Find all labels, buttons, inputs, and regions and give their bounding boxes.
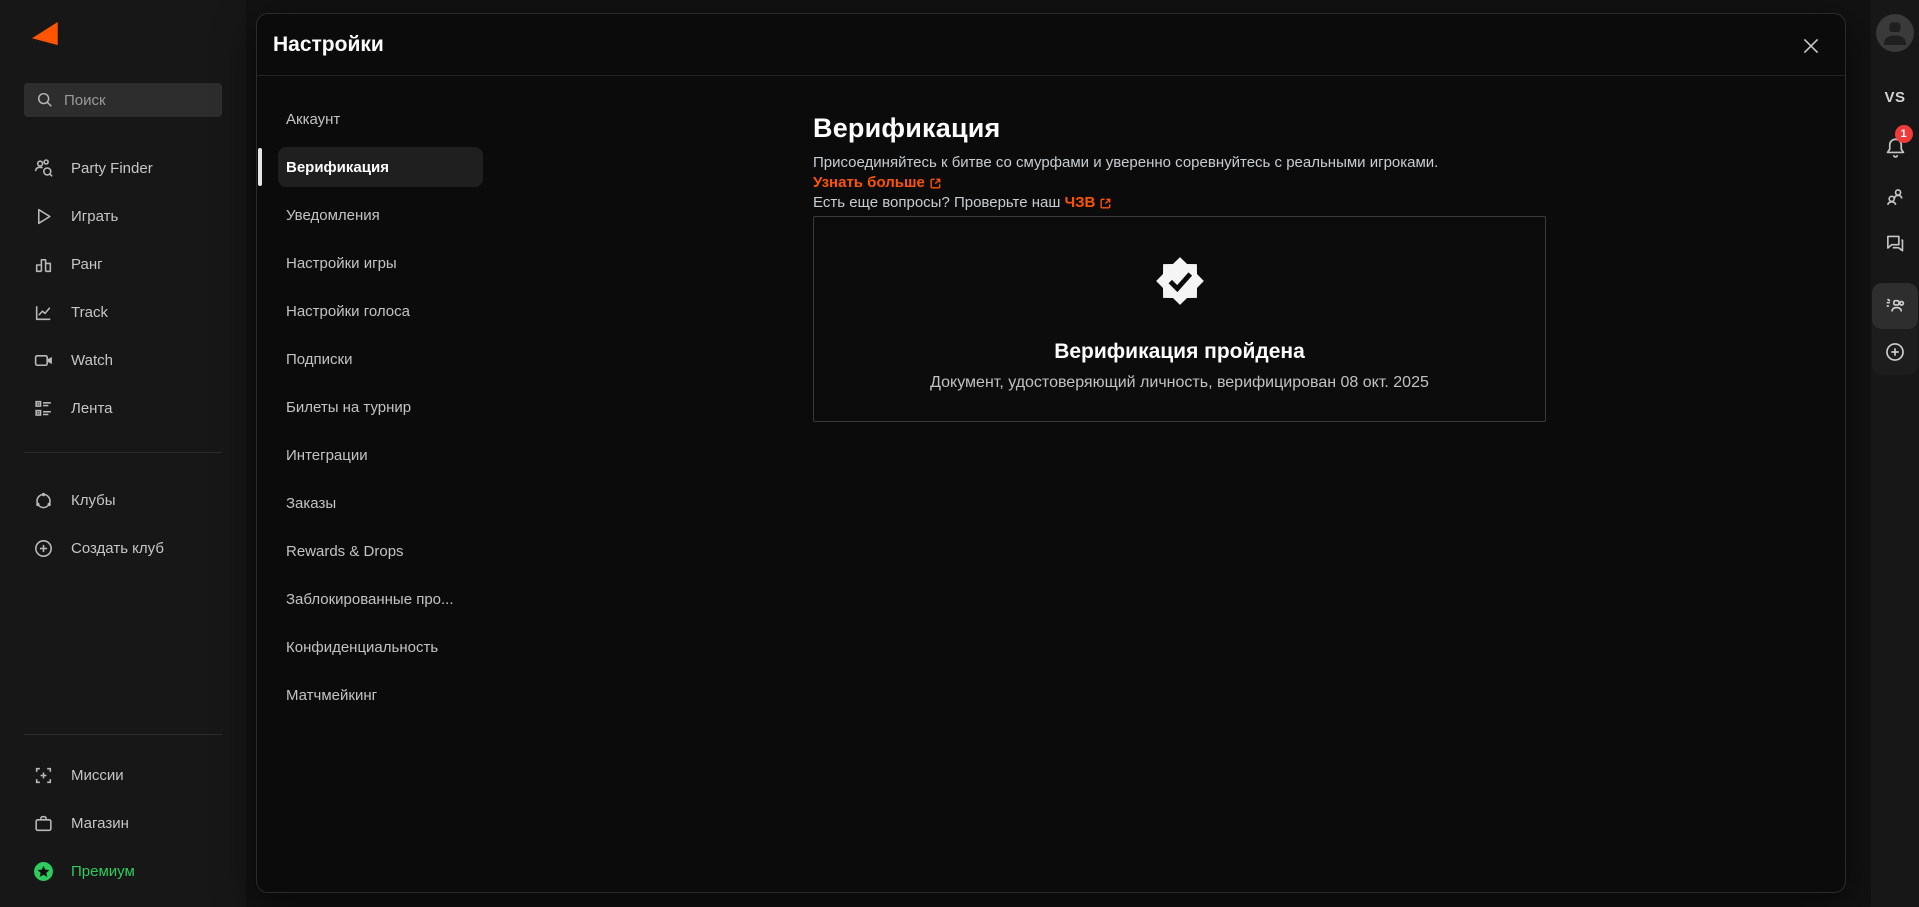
settings-nav: Аккаунт Верификация Уведомления Настройк… — [278, 95, 483, 719]
chat-button[interactable] — [1884, 232, 1906, 254]
rank-icon — [33, 254, 54, 275]
sidebar-item-rank[interactable]: Ранг — [0, 240, 246, 288]
faq-line: Есть еще вопросы? Проверьте наш ЧЗВ — [813, 193, 1553, 213]
sidebar-item-play[interactable]: Играть — [0, 192, 246, 240]
verification-status-card: Верификация пройдена Документ, удостовер… — [813, 216, 1546, 422]
party-button[interactable] — [1872, 283, 1918, 329]
sidebar-item-watch[interactable]: Watch — [0, 336, 246, 384]
notifications-button[interactable]: 1 — [1884, 136, 1907, 159]
sidebar-main-nav: Party Finder Играть Ранг — [0, 144, 246, 432]
close-button[interactable] — [1800, 34, 1824, 58]
learn-more-link[interactable]: Узнать больше — [813, 173, 942, 193]
sidebar-item-create-club[interactable]: Создать клуб — [0, 524, 246, 572]
settings-tab-matchmaking[interactable]: Матчмейкинг — [278, 671, 483, 719]
external-link-icon — [1099, 197, 1112, 210]
sidebar-item-missions[interactable]: Миссии — [0, 751, 246, 799]
search-placeholder: Поиск — [64, 92, 106, 109]
settings-tab-notifications[interactable]: Уведомления — [278, 191, 483, 239]
notification-count-badge: 1 — [1895, 125, 1913, 143]
settings-tab-subscriptions[interactable]: Подписки — [278, 335, 483, 383]
settings-tab-voice-settings[interactable]: Настройки голоса — [278, 287, 483, 335]
sidebar-item-label: Миссии — [71, 767, 124, 784]
faq-text: Есть еще вопросы? Проверьте наш — [813, 194, 1060, 211]
sidebar-item-shop[interactable]: Магазин — [0, 799, 246, 847]
settings-tab-rewards-drops[interactable]: Rewards & Drops — [278, 527, 483, 575]
feed-icon — [33, 398, 54, 419]
sidebar-item-label: Party Finder — [71, 160, 153, 177]
settings-tab-privacy[interactable]: Конфиденциальность — [278, 623, 483, 671]
play-icon — [33, 206, 54, 227]
page-title: Верификация — [813, 113, 1553, 144]
search-icon — [36, 91, 54, 109]
status-title: Верификация пройдена — [1054, 340, 1305, 364]
sidebar-item-track[interactable]: Track — [0, 288, 246, 336]
app-root: Поиск Party Finder И — [0, 0, 1919, 907]
close-icon — [1800, 35, 1824, 57]
learn-more-label: Узнать больше — [813, 173, 925, 193]
verification-description: Присоединяйтесь к битве со смурфами и ув… — [813, 153, 1553, 213]
faq-link[interactable]: ЧЗВ — [1065, 193, 1113, 213]
settings-tab-tournament-tickets[interactable]: Билеты на турнир — [278, 383, 483, 431]
avatar[interactable] — [1876, 14, 1914, 52]
plus-circle-icon — [33, 538, 54, 559]
settings-tab-account[interactable]: Аккаунт — [278, 95, 483, 143]
chat-icon — [1884, 232, 1906, 254]
settings-tab-game-settings[interactable]: Настройки игры — [278, 239, 483, 287]
settings-tab-blocked-profiles[interactable]: Заблокированные про... — [278, 575, 483, 623]
sidebar-item-label: Watch — [71, 352, 113, 369]
external-link-icon — [929, 177, 942, 190]
sidebar-item-label: Создать клуб — [71, 540, 164, 557]
people-icon — [1884, 187, 1906, 209]
verified-badge-icon — [1154, 255, 1206, 307]
sidebar-item-feed[interactable]: Лента — [0, 384, 246, 432]
sidebar-item-party-finder[interactable]: Party Finder — [0, 144, 246, 192]
user-initials[interactable]: VS — [1884, 89, 1905, 106]
settings-tab-orders[interactable]: Заказы — [278, 479, 483, 527]
right-rail: VS 1 — [1871, 0, 1919, 907]
sidebar-clubs-nav: Клубы Создать клуб — [0, 476, 246, 572]
search-input[interactable]: Поиск — [24, 83, 222, 117]
settings-tab-verification[interactable]: Верификация — [278, 147, 483, 187]
premium-icon — [33, 861, 54, 882]
sidebar-item-label: Играть — [71, 208, 118, 225]
faceit-logo-icon[interactable] — [30, 22, 58, 46]
sidebar-item-label: Track — [71, 304, 108, 321]
sidebar-item-label: Лента — [71, 400, 113, 417]
selected-nav-indicator — [258, 148, 262, 186]
sidebar-item-label: Магазин — [71, 815, 129, 832]
settings-modal-header: Настройки — [257, 14, 1845, 76]
sidebar-item-label: Премиум — [71, 863, 135, 880]
sidebar-item-label: Ранг — [71, 256, 103, 273]
sidebar-divider — [24, 734, 222, 735]
party-finder-icon — [33, 158, 54, 179]
sidebar-item-premium[interactable]: Премиум — [0, 847, 246, 895]
sidebar-item-label: Клубы — [71, 492, 116, 509]
missions-icon — [33, 765, 54, 786]
party-icon — [1884, 295, 1906, 317]
shop-icon — [33, 813, 54, 834]
create-party-button[interactable] — [1872, 329, 1918, 375]
faq-label: ЧЗВ — [1065, 193, 1096, 213]
sidebar-footer-nav: Миссии Магазин Премиум — [0, 751, 246, 895]
sidebar-divider — [24, 452, 222, 453]
left-sidebar: Поиск Party Finder И — [0, 0, 246, 907]
track-icon — [33, 302, 54, 323]
watch-icon — [33, 350, 54, 371]
friends-button[interactable] — [1884, 187, 1906, 209]
intro-text: Присоединяйтесь к битве со смурфами и ув… — [813, 154, 1438, 171]
sidebar-item-clubs[interactable]: Клубы — [0, 476, 246, 524]
settings-modal: Настройки Аккаунт Верификация Уведомлени… — [256, 13, 1846, 893]
verification-content: Верификация Присоединяйтесь к битве со с… — [813, 113, 1553, 213]
intro-line: Присоединяйтесь к битве со смурфами и ув… — [813, 153, 1553, 193]
status-subtitle: Документ, удостоверяющий личность, вериф… — [930, 374, 1429, 392]
plus-circle-icon — [1884, 341, 1906, 363]
settings-tab-integrations[interactable]: Интеграции — [278, 431, 483, 479]
settings-modal-title: Настройки — [273, 33, 384, 57]
clubs-icon — [33, 490, 54, 511]
party-panel — [1872, 283, 1918, 375]
